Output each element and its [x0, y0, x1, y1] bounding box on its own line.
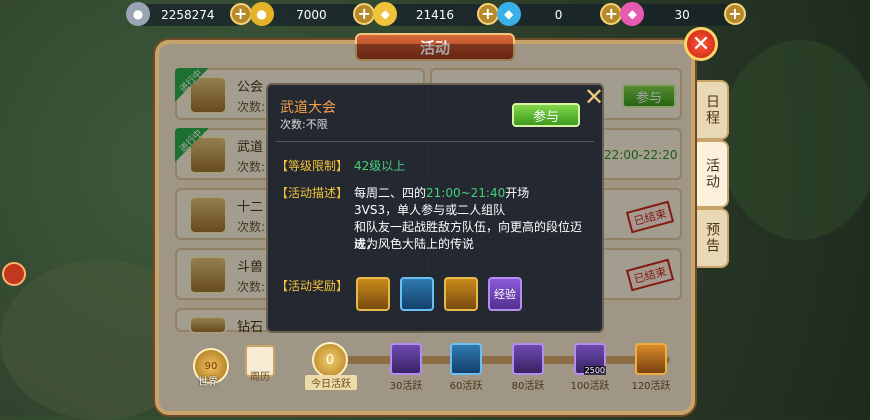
milestone-label: 100活跃	[570, 381, 610, 392]
reward-quantity: 2500	[583, 366, 606, 375]
popup-join-button[interactable]: 参与	[512, 103, 580, 127]
currency-blue-diamond: ◆ 0 +	[496, 2, 623, 26]
currency-ingot: ◆ 21416 +	[373, 2, 499, 26]
close-panel-button[interactable]: ✕	[684, 27, 718, 61]
currency-pink-diamond: ◆ 30 +	[620, 2, 746, 26]
reward-label: 【活动奖励】	[276, 279, 349, 293]
gold-coin-icon: ●	[249, 2, 274, 26]
popup-count: 次数:不限	[280, 118, 328, 131]
coin-reward-icon[interactable]	[444, 277, 478, 311]
currency-bar: ● 2258274 + ● 7000 + ◆ 21416 + ◆ 0 + ◆ 3…	[126, 2, 746, 28]
reward-list: 经验	[356, 277, 522, 311]
level-limit-value: 42级以上	[354, 159, 406, 173]
add-ingot-button[interactable]: +	[476, 3, 499, 25]
level-limit-label: 【等级限制】	[276, 159, 349, 173]
description-line-4: 成为风色大陆上的传说	[354, 237, 475, 251]
add-blue-diamond-button[interactable]: +	[600, 3, 623, 25]
side-notification-icon[interactable]	[2, 262, 26, 286]
milestone-label: 80活跃	[511, 381, 545, 392]
blue-diamond-icon: ◆	[496, 2, 521, 26]
reward-coin-100[interactable]: 2500	[574, 343, 606, 375]
description-line-2: 3VS3，单人参与或二人组队	[354, 203, 506, 217]
milestone-label: 60活跃	[449, 381, 483, 392]
popup-title: 武道大会	[280, 100, 336, 116]
gold-ingot-icon: ◆	[373, 2, 398, 26]
description-line-1: 每周二、四的21:00~21:40开场	[354, 186, 530, 200]
tab-preview[interactable]: 预告	[697, 208, 729, 268]
today-activity-value: 0	[312, 342, 348, 378]
reward-key-120[interactable]	[635, 343, 667, 375]
reward-scroll-80[interactable]	[512, 343, 544, 375]
divider	[276, 141, 594, 142]
currency-silver: ● 2258274 +	[126, 2, 252, 26]
exp-reward-icon[interactable]: 经验	[488, 277, 522, 311]
milestone-label: 30活跃	[389, 381, 423, 392]
tab-schedule[interactable]: 日程	[697, 80, 729, 140]
reward-chest-60[interactable]	[450, 343, 482, 375]
add-pink-diamond-button[interactable]: +	[723, 3, 746, 25]
background-tree	[720, 40, 870, 240]
activity-detail-popup: 武道大会 次数:不限 参与 ✕ 【等级限制】 42级以上 【活动描述】 每周二、…	[266, 83, 604, 333]
gem-reward-icon[interactable]	[400, 277, 434, 311]
pink-diamond-icon: ◆	[620, 2, 645, 26]
beast-reward-icon[interactable]	[356, 277, 390, 311]
calendar-label: 周历	[250, 372, 270, 383]
description-label: 【活动描述】	[276, 186, 349, 200]
today-activity-label: 今日活跃	[305, 375, 357, 390]
popup-close-icon[interactable]: ✕	[584, 83, 604, 111]
milestone-label: 120活跃	[631, 381, 671, 392]
reward-chest-30[interactable]	[390, 343, 422, 375]
add-gold-button[interactable]: +	[353, 3, 376, 25]
currency-gold: ● 7000 +	[249, 2, 376, 26]
add-silver-button[interactable]: +	[229, 3, 252, 25]
tab-activity[interactable]: 活动	[697, 140, 729, 208]
world-label: 世界	[198, 377, 218, 388]
silver-coin-icon: ●	[126, 2, 150, 26]
